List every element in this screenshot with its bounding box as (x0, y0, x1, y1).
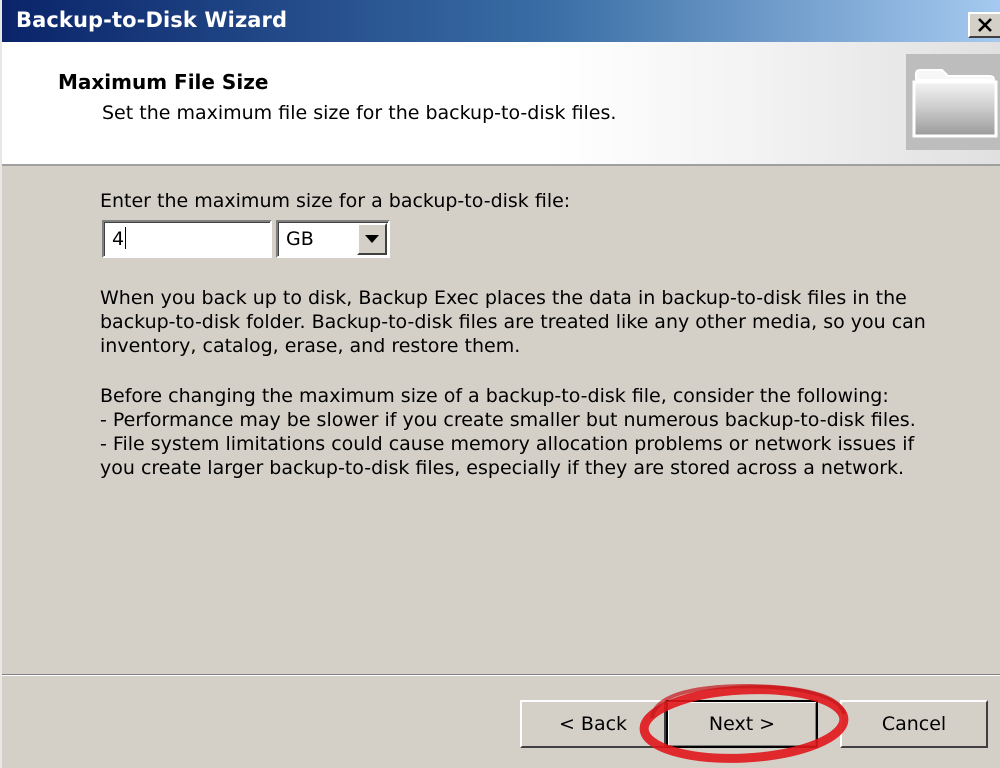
back-button[interactable]: < Back (520, 700, 666, 748)
cancel-button[interactable]: Cancel (840, 700, 988, 748)
wizard-window: Backup-to-Disk Wizard Maximum File Size … (0, 0, 1000, 768)
size-unit-value: GB (286, 228, 314, 250)
max-size-value: 4 (112, 228, 125, 250)
page-title: Maximum File Size (58, 70, 269, 94)
text-caret (125, 227, 127, 249)
info-paragraph-media: When you back up to disk, Backup Exec pl… (100, 287, 926, 357)
max-size-input[interactable]: 4 (102, 220, 272, 258)
size-unit-dropdown[interactable]: GB (276, 220, 390, 258)
window-title: Backup-to-Disk Wizard (16, 8, 288, 32)
folder-icon (906, 54, 1000, 150)
next-button[interactable]: Next > (666, 700, 818, 748)
info-paragraph-considerations: Before changing the maximum size of a ba… (100, 384, 940, 480)
footer-divider (2, 674, 1000, 676)
chevron-down-icon (365, 235, 379, 243)
close-icon (978, 18, 992, 32)
close-button[interactable] (968, 12, 1000, 38)
considerations-performance: - Performance may be slower if you creat… (100, 409, 916, 431)
wizard-header: Maximum File Size Set the maximum file s… (2, 42, 1000, 166)
considerations-filesystem: - File system limitations could cause me… (100, 433, 915, 479)
title-bar[interactable]: Backup-to-Disk Wizard (2, 0, 1000, 42)
dropdown-arrow-button[interactable] (357, 223, 387, 255)
max-size-label: Enter the maximum size for a backup-to-d… (100, 190, 571, 212)
wizard-content: Enter the maximum size for a backup-to-d… (2, 166, 1000, 676)
page-subtitle: Set the maximum file size for the backup… (102, 102, 617, 124)
considerations-intro: Before changing the maximum size of a ba… (100, 385, 889, 407)
